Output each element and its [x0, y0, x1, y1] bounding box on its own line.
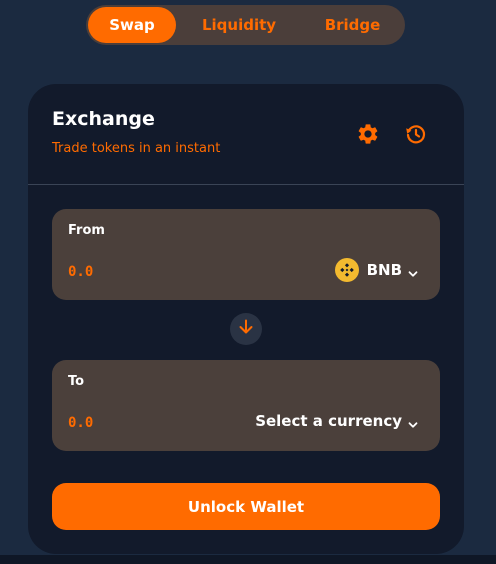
- from-label: From: [68, 223, 105, 238]
- chevron-down-icon: [408, 416, 418, 428]
- to-currency-label: Select a currency: [255, 412, 402, 430]
- from-currency-panel: From BNB: [52, 209, 440, 300]
- from-currency-select[interactable]: BNB: [334, 257, 418, 283]
- to-label: To: [68, 374, 85, 389]
- history-icon[interactable]: [404, 122, 428, 146]
- to-currency-panel: To Select a currency: [52, 360, 440, 451]
- chevron-down-icon: [408, 265, 418, 277]
- to-amount-input[interactable]: [68, 412, 218, 434]
- bottom-strip: [0, 555, 496, 564]
- bnb-logo-icon: [334, 258, 359, 282]
- to-currency-select[interactable]: Select a currency: [255, 408, 418, 434]
- tab-swap[interactable]: Swap: [88, 7, 176, 43]
- tab-liquidity[interactable]: Liquidity: [176, 7, 302, 43]
- arrow-down-icon: [237, 318, 255, 340]
- tab-bridge[interactable]: Bridge: [302, 7, 403, 43]
- from-amount-input[interactable]: [68, 261, 218, 283]
- exchange-card: Exchange Trade tokens in an instant From: [28, 84, 464, 554]
- swap-tabs: Swap Liquidity Bridge: [86, 5, 405, 45]
- card-title: Exchange: [52, 108, 155, 130]
- card-header: Exchange Trade tokens in an instant: [28, 84, 464, 185]
- swap-direction-button[interactable]: [230, 313, 262, 345]
- gear-icon[interactable]: [356, 122, 380, 146]
- from-currency-label: BNB: [366, 261, 402, 279]
- card-subtitle: Trade tokens in an instant: [52, 141, 221, 156]
- unlock-wallet-button[interactable]: Unlock Wallet: [52, 483, 440, 530]
